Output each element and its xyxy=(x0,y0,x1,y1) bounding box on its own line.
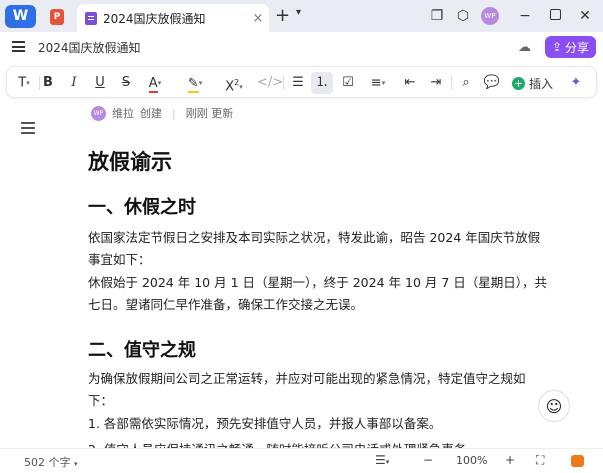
toolbar-divider xyxy=(283,76,284,90)
format-toolbar: T▾ B I U S A▾ ✎▾ X2▾ </> ☰ ⒈ ☑ ≡▾ ⇤ ⇥ ⌕ … xyxy=(6,66,597,98)
zoom-out-icon[interactable]: − xyxy=(423,453,433,467)
meta-divider: | xyxy=(172,106,176,120)
superscript-icon[interactable]: X2▾ xyxy=(219,72,249,94)
author-avatar: WP xyxy=(91,105,106,121)
underline-icon[interactable]: U xyxy=(89,72,111,94)
tab-title: 2024国庆放假通知 xyxy=(103,11,206,26)
font-color-icon[interactable]: A▾ xyxy=(141,72,169,94)
maximize-icon[interactable] xyxy=(545,6,565,26)
new-tab-button[interactable]: + xyxy=(275,6,290,26)
document-title: 放假谕示 xyxy=(88,150,172,174)
plus-icon: + xyxy=(512,76,525,90)
menu-icon[interactable] xyxy=(12,41,25,52)
paragraph: 休假始于 2024 年 10 月 1 日（星期一），终于 2024 年 10 月… xyxy=(88,275,548,312)
assistant-icon[interactable]: ☺ xyxy=(538,390,570,422)
align-icon[interactable]: ≡▾ xyxy=(363,72,393,94)
section-heading: 二、值守之规 xyxy=(88,340,196,361)
tab-close-icon[interactable]: × xyxy=(247,11,269,26)
updated-label: 刚刚 更新 xyxy=(185,107,234,120)
list-item: 2. 值守人员应保持通讯之畅通，随时能接听公司电话或处理紧急事务。 xyxy=(88,439,548,448)
share-icon: ⇪ xyxy=(551,40,563,54)
text-style-icon[interactable]: T▾ xyxy=(11,72,37,94)
ai-icon[interactable]: ✦ xyxy=(567,72,585,94)
zoom-level[interactable]: 100% xyxy=(456,454,487,467)
document-canvas[interactable]: WP 维拉 创建 | 刚刚 更新 放假谕示 一、休假之时 依国家法定节假日之安排… xyxy=(0,102,603,448)
play-icon[interactable] xyxy=(571,455,584,467)
chevron-down-icon[interactable]: ▾ xyxy=(296,7,301,18)
highlight-icon[interactable]: ✎▾ xyxy=(181,72,209,94)
toolbar-divider xyxy=(451,76,452,90)
page-layout-icon[interactable]: ☰▾ xyxy=(375,453,389,467)
document-meta: WP 维拉 创建 | 刚刚 更新 xyxy=(91,105,233,121)
code-icon[interactable]: </> xyxy=(257,72,283,94)
paragraph: 为确保放假期间公司之正常运转，并应对可能出现的紧急情况，特定值守之规如下： xyxy=(88,371,526,408)
created-label: 创建 xyxy=(140,107,162,120)
outdent-icon[interactable]: ⇤ xyxy=(399,72,421,94)
author-name: 维拉 xyxy=(112,107,134,120)
toolbar-area: T▾ B I U S A▾ ✎▾ X2▾ </> ☰ ⒈ ☑ ≡▾ ⇤ ⇥ ⌕ … xyxy=(0,62,603,102)
italic-icon[interactable]: I xyxy=(63,72,85,94)
share-button[interactable]: ⇪ 分享 xyxy=(545,36,596,58)
bold-icon[interactable]: B xyxy=(37,72,59,94)
minimize-icon[interactable]: − xyxy=(515,6,535,26)
close-window-icon[interactable]: ✕ xyxy=(575,6,595,26)
share-label: 分享 xyxy=(565,40,590,55)
search-icon[interactable]: ⌕ xyxy=(455,72,477,94)
document-name[interactable]: 2024国庆放假通知 xyxy=(38,39,141,56)
restore-windows-icon[interactable]: ❐ xyxy=(427,6,447,26)
outline-icon[interactable] xyxy=(21,122,35,134)
zoom-in-icon[interactable]: + xyxy=(505,453,515,467)
insert-label: 插入 xyxy=(529,76,554,91)
cloud-sync-icon[interactable]: ☁ xyxy=(518,40,531,55)
tab-bar: W P 2024国庆放假通知 × + ▾ ❐ ⬡ WP − ✕ xyxy=(0,0,603,32)
paragraph: 依国家法定节假日之安排及本司实际之状况，特发此谕，昭告 2024 年国庆节放假事… xyxy=(88,230,541,267)
numbered-list-icon[interactable]: ⒈ xyxy=(311,72,333,94)
document-header: 2024国庆放假通知 ☁ ⇪ 分享 xyxy=(0,32,603,62)
document-icon xyxy=(85,11,97,25)
checkbox-list-icon[interactable]: ☑ xyxy=(337,72,359,94)
indent-icon[interactable]: ⇥ xyxy=(425,72,447,94)
user-avatar[interactable]: WP xyxy=(481,7,499,25)
section-heading: 一、休假之时 xyxy=(88,197,196,218)
fullscreen-icon[interactable]: ⛶ xyxy=(536,453,544,468)
cube-icon[interactable]: ⬡ xyxy=(453,6,473,26)
status-bar: 502 个字 ▾ ☰▾ − 100% + ⛶ xyxy=(0,448,603,473)
list-item: 1. 各部需依实际情况，预先安排值守人员，并报人事部以备案。 xyxy=(88,416,442,431)
insert-button[interactable]: + 插入 xyxy=(512,72,553,94)
wps-logo-button[interactable]: W xyxy=(5,5,36,28)
word-count[interactable]: 502 个字 ▾ xyxy=(24,454,78,470)
comment-icon[interactable]: 💬 xyxy=(481,72,503,94)
pdf-tab[interactable]: P xyxy=(44,5,70,28)
tab-document[interactable]: 2024国庆放假通知 × xyxy=(77,4,269,32)
bullet-list-icon[interactable]: ☰ xyxy=(287,72,309,94)
pdf-icon: P xyxy=(50,8,64,25)
strikethrough-icon[interactable]: S xyxy=(115,72,137,94)
